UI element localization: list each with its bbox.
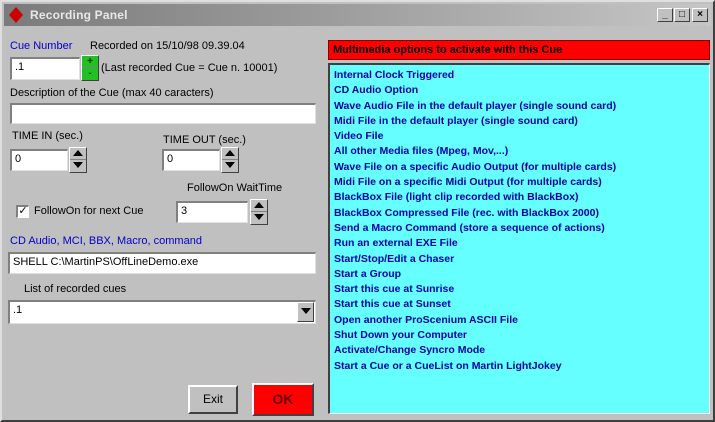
multimedia-option-syncro[interactable]: Activate/Change Syncro Mode xyxy=(334,343,709,358)
recorded-on-text: Recorded on 15/10/98 09.39.04 xyxy=(90,40,245,52)
multimedia-option-video[interactable]: Video File xyxy=(334,129,709,144)
multimedia-option-blackbox[interactable]: BlackBox File (light clip recorded with … xyxy=(334,190,709,205)
followon-wait-increment[interactable] xyxy=(251,200,267,212)
time-in-label: TIME IN (sec.) xyxy=(12,130,83,142)
multimedia-option-lightjokey[interactable]: Start a Cue or a CueList on Martin Light… xyxy=(334,359,709,374)
multimedia-option-chaser[interactable]: Start/Stop/Edit a Chaser xyxy=(334,252,709,267)
multimedia-option-internal-clock[interactable]: Internal Clock Triggered xyxy=(334,68,709,83)
time-out-stepper[interactable] xyxy=(221,147,239,173)
time-in-input[interactable]: 0 xyxy=(10,149,68,171)
time-out-increment[interactable] xyxy=(222,148,238,160)
followon-wait-label: FollowOn WaitTime xyxy=(187,182,283,194)
multimedia-option-shutdown[interactable]: Shut Down your Computer xyxy=(334,328,709,343)
window-title: Recording Panel xyxy=(30,8,128,22)
time-in-stepper[interactable] xyxy=(69,147,87,173)
recorded-cues-dropdown-button[interactable] xyxy=(297,302,314,322)
arrow-down-icon xyxy=(225,162,235,168)
cue-number-increment[interactable]: + xyxy=(82,56,98,68)
minimize-button[interactable]: _ xyxy=(657,8,673,22)
exit-button[interactable]: Exit xyxy=(188,385,238,414)
followon-wait-stepper[interactable] xyxy=(250,199,268,225)
multimedia-option-ascii-file[interactable]: Open another ProScenium ASCII File xyxy=(334,313,709,328)
recorded-cues-label: List of recorded cues xyxy=(24,283,127,295)
arrow-up-icon xyxy=(73,150,83,156)
multimedia-option-sunrise[interactable]: Start this cue at Sunrise xyxy=(334,282,709,297)
time-out-decrement[interactable] xyxy=(222,160,238,172)
close-button[interactable]: × xyxy=(692,8,708,22)
followon-checkbox-label[interactable]: FollowOn for next Cue xyxy=(34,205,143,217)
multimedia-option-run-exe[interactable]: Run an external EXE File xyxy=(334,236,709,251)
multimedia-options-header: Multimedia options to activate with this… xyxy=(328,40,710,60)
multimedia-option-midi-default[interactable]: Midi File in the default player (single … xyxy=(334,114,709,129)
multimedia-option-group[interactable]: Start a Group xyxy=(334,267,709,282)
multimedia-option-wave-default[interactable]: Wave Audio File in the default player (s… xyxy=(334,99,709,114)
multimedia-option-blackbox-compressed[interactable]: BlackBox Compressed File (rec. with Blac… xyxy=(334,206,709,221)
multimedia-options-list[interactable]: Internal Clock Triggered CD Audio Option… xyxy=(328,63,710,414)
command-label: CD Audio, MCI, BBX, Macro, command xyxy=(10,235,202,247)
multimedia-option-midi-specific[interactable]: Midi File on a specific Midi Output (for… xyxy=(334,175,709,190)
diamond-icon xyxy=(9,7,23,23)
arrow-down-icon xyxy=(73,162,83,168)
followon-wait-input[interactable]: 3 xyxy=(176,201,248,223)
recorded-cues-select[interactable]: .1 xyxy=(8,300,316,324)
time-in-increment[interactable] xyxy=(70,148,86,160)
ok-button[interactable]: OK xyxy=(252,383,314,416)
followon-checkbox[interactable]: ✓ xyxy=(16,205,29,218)
command-input[interactable]: SHELL C:\MartinPS\OffLineDemo.exe xyxy=(8,252,316,274)
followon-wait-decrement[interactable] xyxy=(251,212,267,224)
cue-number-stepper[interactable]: + - xyxy=(81,55,99,81)
cue-number-label: Cue Number xyxy=(10,40,73,52)
recording-panel-window: Recording Panel _ □ × Cue Number Recorde… xyxy=(0,0,715,422)
cue-number-input[interactable]: .1 xyxy=(10,57,80,80)
multimedia-option-other-media[interactable]: All other Media files (Mpeg, Mov,...) xyxy=(334,144,709,159)
last-recorded-text: (Last recorded Cue = Cue n. 10001) xyxy=(101,62,278,74)
arrow-up-icon xyxy=(225,150,235,156)
description-input[interactable] xyxy=(10,103,316,124)
multimedia-option-wave-specific[interactable]: Wave File on a specific Audio Output (fo… xyxy=(334,160,709,175)
multimedia-option-cd-audio[interactable]: CD Audio Option xyxy=(334,83,709,98)
time-out-label: TIME OUT (sec.) xyxy=(163,134,246,146)
time-in-decrement[interactable] xyxy=(70,160,86,172)
arrow-down-icon xyxy=(254,214,264,220)
maximize-button[interactable]: □ xyxy=(674,8,690,22)
arrow-up-icon xyxy=(254,202,264,208)
time-out-input[interactable]: 0 xyxy=(162,149,220,171)
multimedia-option-sunset[interactable]: Start this cue at Sunset xyxy=(334,297,709,312)
multimedia-option-macro[interactable]: Send a Macro Command (store a sequence o… xyxy=(334,221,709,236)
cue-number-decrement[interactable]: - xyxy=(82,68,98,80)
description-label: Description of the Cue (max 40 caracters… xyxy=(10,87,214,99)
title-bar[interactable]: Recording Panel _ □ × xyxy=(4,4,711,26)
chevron-down-icon xyxy=(301,308,311,314)
